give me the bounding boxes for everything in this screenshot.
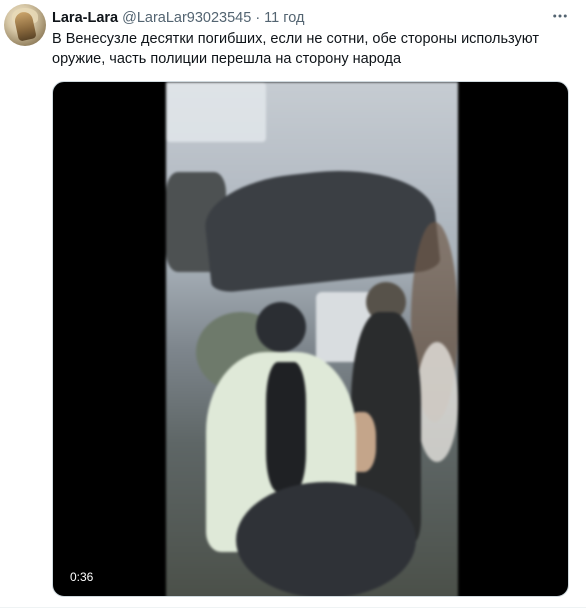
more-options-button[interactable] [548, 6, 572, 26]
video-scene-person [416, 342, 458, 462]
avatar[interactable] [4, 4, 46, 46]
video-scene-roof [200, 160, 442, 294]
video-scene-backpack [266, 362, 306, 492]
tweet-header: Lara-Lara @LaraLar93023545 · 11 год [52, 9, 304, 27]
separator-dot: · [255, 10, 261, 26]
tweet-text: В Венесузле десятки погибших, если не со… [52, 31, 539, 67]
video-scene-light [166, 82, 266, 142]
author-name[interactable]: Lara-Lara [52, 10, 118, 26]
author-handle[interactable]: @LaraLar93023545 [122, 10, 251, 26]
tweet[interactable]: Lara-Lara @LaraLar93023545 · 11 год В Ве… [0, 0, 586, 608]
video-player[interactable]: 0:36 [52, 81, 569, 597]
more-horizontal-icon [553, 14, 567, 18]
video-frame[interactable] [166, 82, 458, 596]
timestamp[interactable]: 11 год [264, 10, 304, 26]
video-scene-floor [236, 482, 416, 596]
video-duration-badge: 0:36 [66, 568, 98, 586]
video-scene-head [256, 302, 306, 352]
